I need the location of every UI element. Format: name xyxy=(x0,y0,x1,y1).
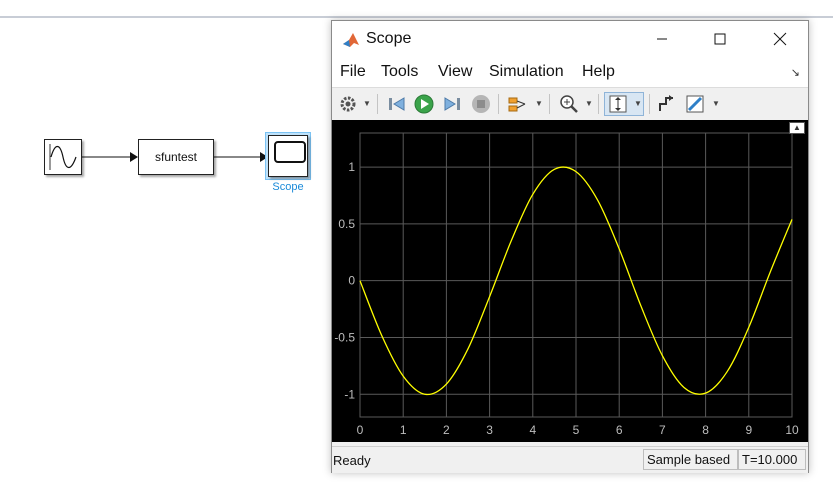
measurements-dropdown-caret[interactable]: ▼ xyxy=(712,99,720,108)
measurements-button[interactable] xyxy=(684,93,706,115)
toolbar-separator xyxy=(649,94,650,114)
zoom-in-icon xyxy=(560,95,578,113)
highlight-block-button[interactable] xyxy=(655,93,677,115)
x-tick-label: 9 xyxy=(745,423,752,437)
scale-axes-button[interactable] xyxy=(607,93,629,115)
signal-selection-button[interactable] xyxy=(506,93,528,115)
arrowhead-sfun xyxy=(130,152,138,162)
menu-tools[interactable]: Tools xyxy=(381,63,418,81)
x-tick-label: 8 xyxy=(702,423,709,437)
maximize-button[interactable] xyxy=(700,25,740,53)
menu-bar: File Tools View Simulation Help ↘ xyxy=(332,57,808,87)
x-tick-label: 10 xyxy=(785,423,799,437)
minimize-icon xyxy=(657,38,667,40)
highlight-block-icon xyxy=(659,95,673,111)
scope-window: Scope File Tools View Simulation Help ↘ … xyxy=(331,20,809,473)
x-tick-label: 1 xyxy=(400,423,407,437)
zoom-dropdown-caret[interactable]: ▼ xyxy=(585,99,593,108)
scale-axes-icon xyxy=(609,95,627,113)
status-ready: Ready xyxy=(333,453,371,468)
run-icon xyxy=(414,94,434,114)
status-sim-time: T=10.000 xyxy=(738,449,806,470)
gear-icon xyxy=(340,96,356,112)
menu-help[interactable]: Help xyxy=(582,63,615,81)
run-button[interactable] xyxy=(413,93,435,115)
undock-arrow-icon[interactable]: ↘ xyxy=(791,66,800,79)
status-sample-mode: Sample based xyxy=(643,449,738,470)
menu-file[interactable]: File xyxy=(340,63,366,81)
x-tick-label: 7 xyxy=(659,423,666,437)
window-title: Scope xyxy=(366,30,412,47)
y-tick-label: -0.5 xyxy=(334,330,355,344)
close-icon xyxy=(773,32,787,46)
configuration-button[interactable] xyxy=(338,93,358,115)
stop-icon xyxy=(472,95,490,113)
close-button[interactable] xyxy=(760,25,800,53)
toolbar-separator xyxy=(549,94,550,114)
configuration-dropdown-caret[interactable]: ▼ xyxy=(363,99,371,108)
step-forward-icon xyxy=(444,97,460,111)
signal-select-icon xyxy=(508,97,526,112)
step-back-icon xyxy=(389,97,405,111)
step-forward-button[interactable] xyxy=(441,93,463,115)
title-bar[interactable]: Scope xyxy=(332,21,808,57)
x-tick-label: 2 xyxy=(443,423,450,437)
x-tick-label: 3 xyxy=(486,423,493,437)
zoom-button[interactable] xyxy=(558,93,580,115)
toolbar-separator xyxy=(377,94,378,114)
y-tick-label: 0 xyxy=(348,274,355,288)
minimize-button[interactable] xyxy=(642,25,682,53)
toolbar-separator xyxy=(498,94,499,114)
y-tick-label: 1 xyxy=(348,160,355,174)
scale-axes-dropdown-caret[interactable]: ▼ xyxy=(634,99,642,108)
sfuntest-block[interactable]: sfuntest xyxy=(138,139,214,175)
scope-screen-icon xyxy=(274,141,306,163)
y-tick-label: -1 xyxy=(344,387,355,401)
matlab-logo-icon xyxy=(343,33,359,47)
step-back-button[interactable] xyxy=(386,93,408,115)
toolbar: ▼ ▼ ▼ ▼ ▼ xyxy=(332,87,808,121)
x-tick-label: 5 xyxy=(573,423,580,437)
x-tick-label: 0 xyxy=(357,423,364,437)
status-bar: Ready Sample based T=10.000 xyxy=(332,446,808,473)
y-tick-label: 0.5 xyxy=(338,217,355,231)
scope-block-label: Scope xyxy=(272,181,304,193)
menu-simulation[interactable]: Simulation xyxy=(489,63,564,81)
sine-wave-icon xyxy=(49,144,77,170)
restore-legend-icon[interactable]: ▲ xyxy=(789,122,805,134)
scope-block[interactable] xyxy=(268,135,308,177)
menu-view[interactable]: View xyxy=(438,63,472,81)
stop-button[interactable] xyxy=(470,93,492,115)
sine-wave-block[interactable] xyxy=(44,139,82,175)
maximize-icon xyxy=(714,33,726,45)
plot-area: ▲ 0 1 2 3 4 5 6 7 8 9 10 1 0.5 0 -0.5 -1 xyxy=(332,120,808,442)
sfuntest-block-label: sfuntest xyxy=(154,150,198,164)
scope-chart[interactable]: 0 1 2 3 4 5 6 7 8 9 10 1 0.5 0 -0.5 -1 xyxy=(332,120,808,442)
toolbar-separator xyxy=(598,94,599,114)
x-tick-label: 4 xyxy=(529,423,536,437)
measure-icon xyxy=(686,95,704,113)
signal-selection-dropdown-caret[interactable]: ▼ xyxy=(535,99,543,108)
x-tick-label: 6 xyxy=(616,423,623,437)
